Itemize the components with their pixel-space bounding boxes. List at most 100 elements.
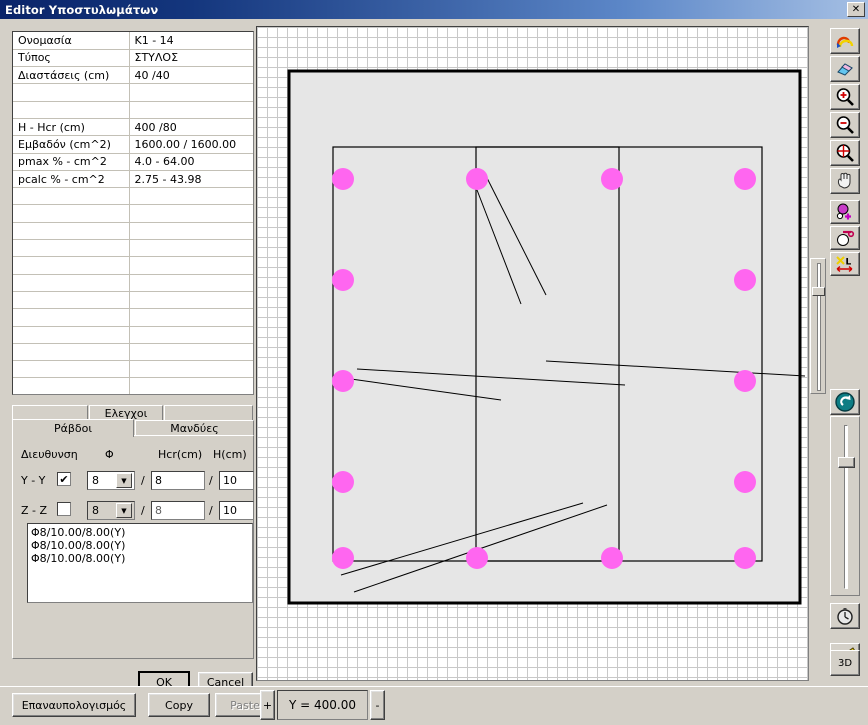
rebar-3[interactable] [601,168,623,190]
form-header-row: Διευθυνση Φ Hcr(cm) H(cm) [13,448,253,462]
info-value [129,222,253,241]
phi-combo-yy[interactable]: 8 ▼ [87,471,135,490]
left-panel: Ονομασία K1 - 14 Τύπος ΣΤΥΛΟΣ Διαστάσεις (cm… [0,19,256,725]
rebar-tool-icon[interactable] [830,28,860,54]
scrollbar-thumb[interactable] [812,287,825,296]
info-label [13,204,130,223]
list-item[interactable]: Φ8/10.00/8.00(Y) [31,539,252,552]
info-value [129,308,253,327]
rebar-10[interactable] [734,471,756,493]
list-item[interactable]: Φ8/10.00/8.00(Y) [31,526,252,539]
view-zoom-slider[interactable] [830,416,860,596]
info-value [129,187,253,206]
y-coordinate-field[interactable]: Y = 400.00 [277,690,368,720]
section-drawing-canvas[interactable] [256,26,809,681]
info-label [13,360,130,379]
table-row [13,204,253,223]
drawing-toolbar: L 3D [828,26,864,681]
tab-panel-ravdoi: Διευθυνση Φ Hcr(cm) H(cm) Y - Y ✔ 8 ▼ / … [12,435,254,659]
phi-combo-zz[interactable]: 8 ▼ [87,501,135,520]
eraser-tool-icon[interactable] [830,56,860,82]
info-label: Εμβαδόν (cm^2) [13,135,130,154]
rebar-14[interactable] [734,547,756,569]
info-value [129,256,253,275]
recalculate-button[interactable]: Επαναυπολογισμός [12,693,136,717]
info-table-grid: Ονομασία K1 - 14 Τύπος ΣΤΥΛΟΣ Διαστάσεις (cm… [13,32,253,394]
window-title: Editor Υποστυλωμάτων [5,2,159,17]
info-label [13,101,130,119]
info-label [13,291,130,310]
info-label [13,343,130,362]
table-row: Ονομασία K1 - 14 [13,32,253,50]
info-value [129,101,253,119]
table-row [13,308,253,327]
table-row [13,187,253,206]
separator-1-yy: / [141,474,145,487]
info-label [13,274,130,292]
info-label [13,222,130,241]
h-input-yy[interactable]: 10 [219,471,254,490]
rebar-6[interactable] [734,269,756,291]
chevron-down-icon[interactable]: ▼ [116,473,132,488]
add-rebar-icon[interactable] [830,200,860,224]
rebar-12[interactable] [466,547,488,569]
rebar-5[interactable] [332,269,354,291]
enable-checkbox-zz[interactable] [57,502,71,516]
canvas-vertical-scrollbar[interactable] [810,258,826,394]
delete-rebar-icon[interactable] [830,226,860,250]
rebar-8[interactable] [734,370,756,392]
rebar-7[interactable] [332,370,354,392]
info-label [13,308,130,327]
column-outline [287,69,802,605]
stirrup-list[interactable]: Φ8/10.00/8.00(Y) Φ8/10.00/8.00(Y) Φ8/10.00… [27,523,253,603]
table-row: Διαστάσεις (cm) 40 /40 [13,66,253,85]
table-row: Εμβαδόν (cm^2) 1600.00 / 1600.00 [13,135,253,154]
slider-thumb[interactable] [838,457,855,468]
info-label: Διαστάσεις (cm) [13,66,130,85]
tab-ravdoi[interactable]: Ράβδοι [12,419,134,437]
decrease-level-button[interactable]: - [370,690,385,720]
axis-label-zz: Z - Z [21,504,48,517]
table-row: pcalc % - cm^2 2.75 - 43.98 [13,170,253,189]
zoom-out-icon[interactable] [830,112,860,138]
close-icon[interactable]: ✕ [847,2,865,17]
pan-hand-icon[interactable] [830,168,860,194]
chevron-down-icon[interactable]: ▼ [116,503,132,518]
rebar-11[interactable] [332,547,354,569]
hcr-input-yy[interactable]: 8 [151,471,205,490]
separator-2-yy: / [209,474,213,487]
info-label: Τύπος [13,49,130,68]
rebar-9[interactable] [332,471,354,493]
h-input-zz[interactable]: 10 [219,501,254,520]
phi-value-zz: 8 [92,504,99,517]
measure-tool-icon[interactable]: L [830,252,860,276]
view-3d-button[interactable]: 3D [830,650,860,676]
table-row [13,360,253,379]
rebar-4[interactable] [734,168,756,190]
info-label: pcalc % - cm^2 [13,170,130,189]
column-info-table: Ονομασία K1 - 14 Τύπος ΣΤΥΛΟΣ Διαστάσεις (cm… [12,31,254,395]
timer-icon[interactable] [830,603,860,629]
hcr-input-zz[interactable]: 8 [151,501,205,520]
tab-blank-right[interactable] [164,405,253,421]
table-row [13,83,253,102]
table-row: pmax % - cm^2 4.0 - 64.00 [13,153,253,171]
tab-mandyes[interactable]: Μανδύες [135,420,254,436]
table-row [13,377,253,394]
rebar-2[interactable] [466,168,488,190]
copy-button[interactable]: Copy [148,693,210,717]
info-value [129,274,253,292]
table-row [13,101,253,119]
zoom-in-icon[interactable] [830,84,860,110]
rebar-13[interactable] [601,547,623,569]
enable-checkbox-yy[interactable]: ✔ [57,472,71,486]
info-value: 1600.00 / 1600.00 [129,135,253,154]
zoom-extents-icon[interactable] [830,140,860,166]
rotate-view-icon[interactable] [830,389,860,415]
info-label: Ονομασία [13,32,130,50]
list-item[interactable]: Φ8/10.00/8.00(Y) [31,552,252,565]
axis-label-yy: Y - Y [21,474,46,487]
table-row: H - Hcr (cm) 400 /80 [13,118,253,137]
rebar-1[interactable] [332,168,354,190]
increase-level-button[interactable]: + [260,690,275,720]
